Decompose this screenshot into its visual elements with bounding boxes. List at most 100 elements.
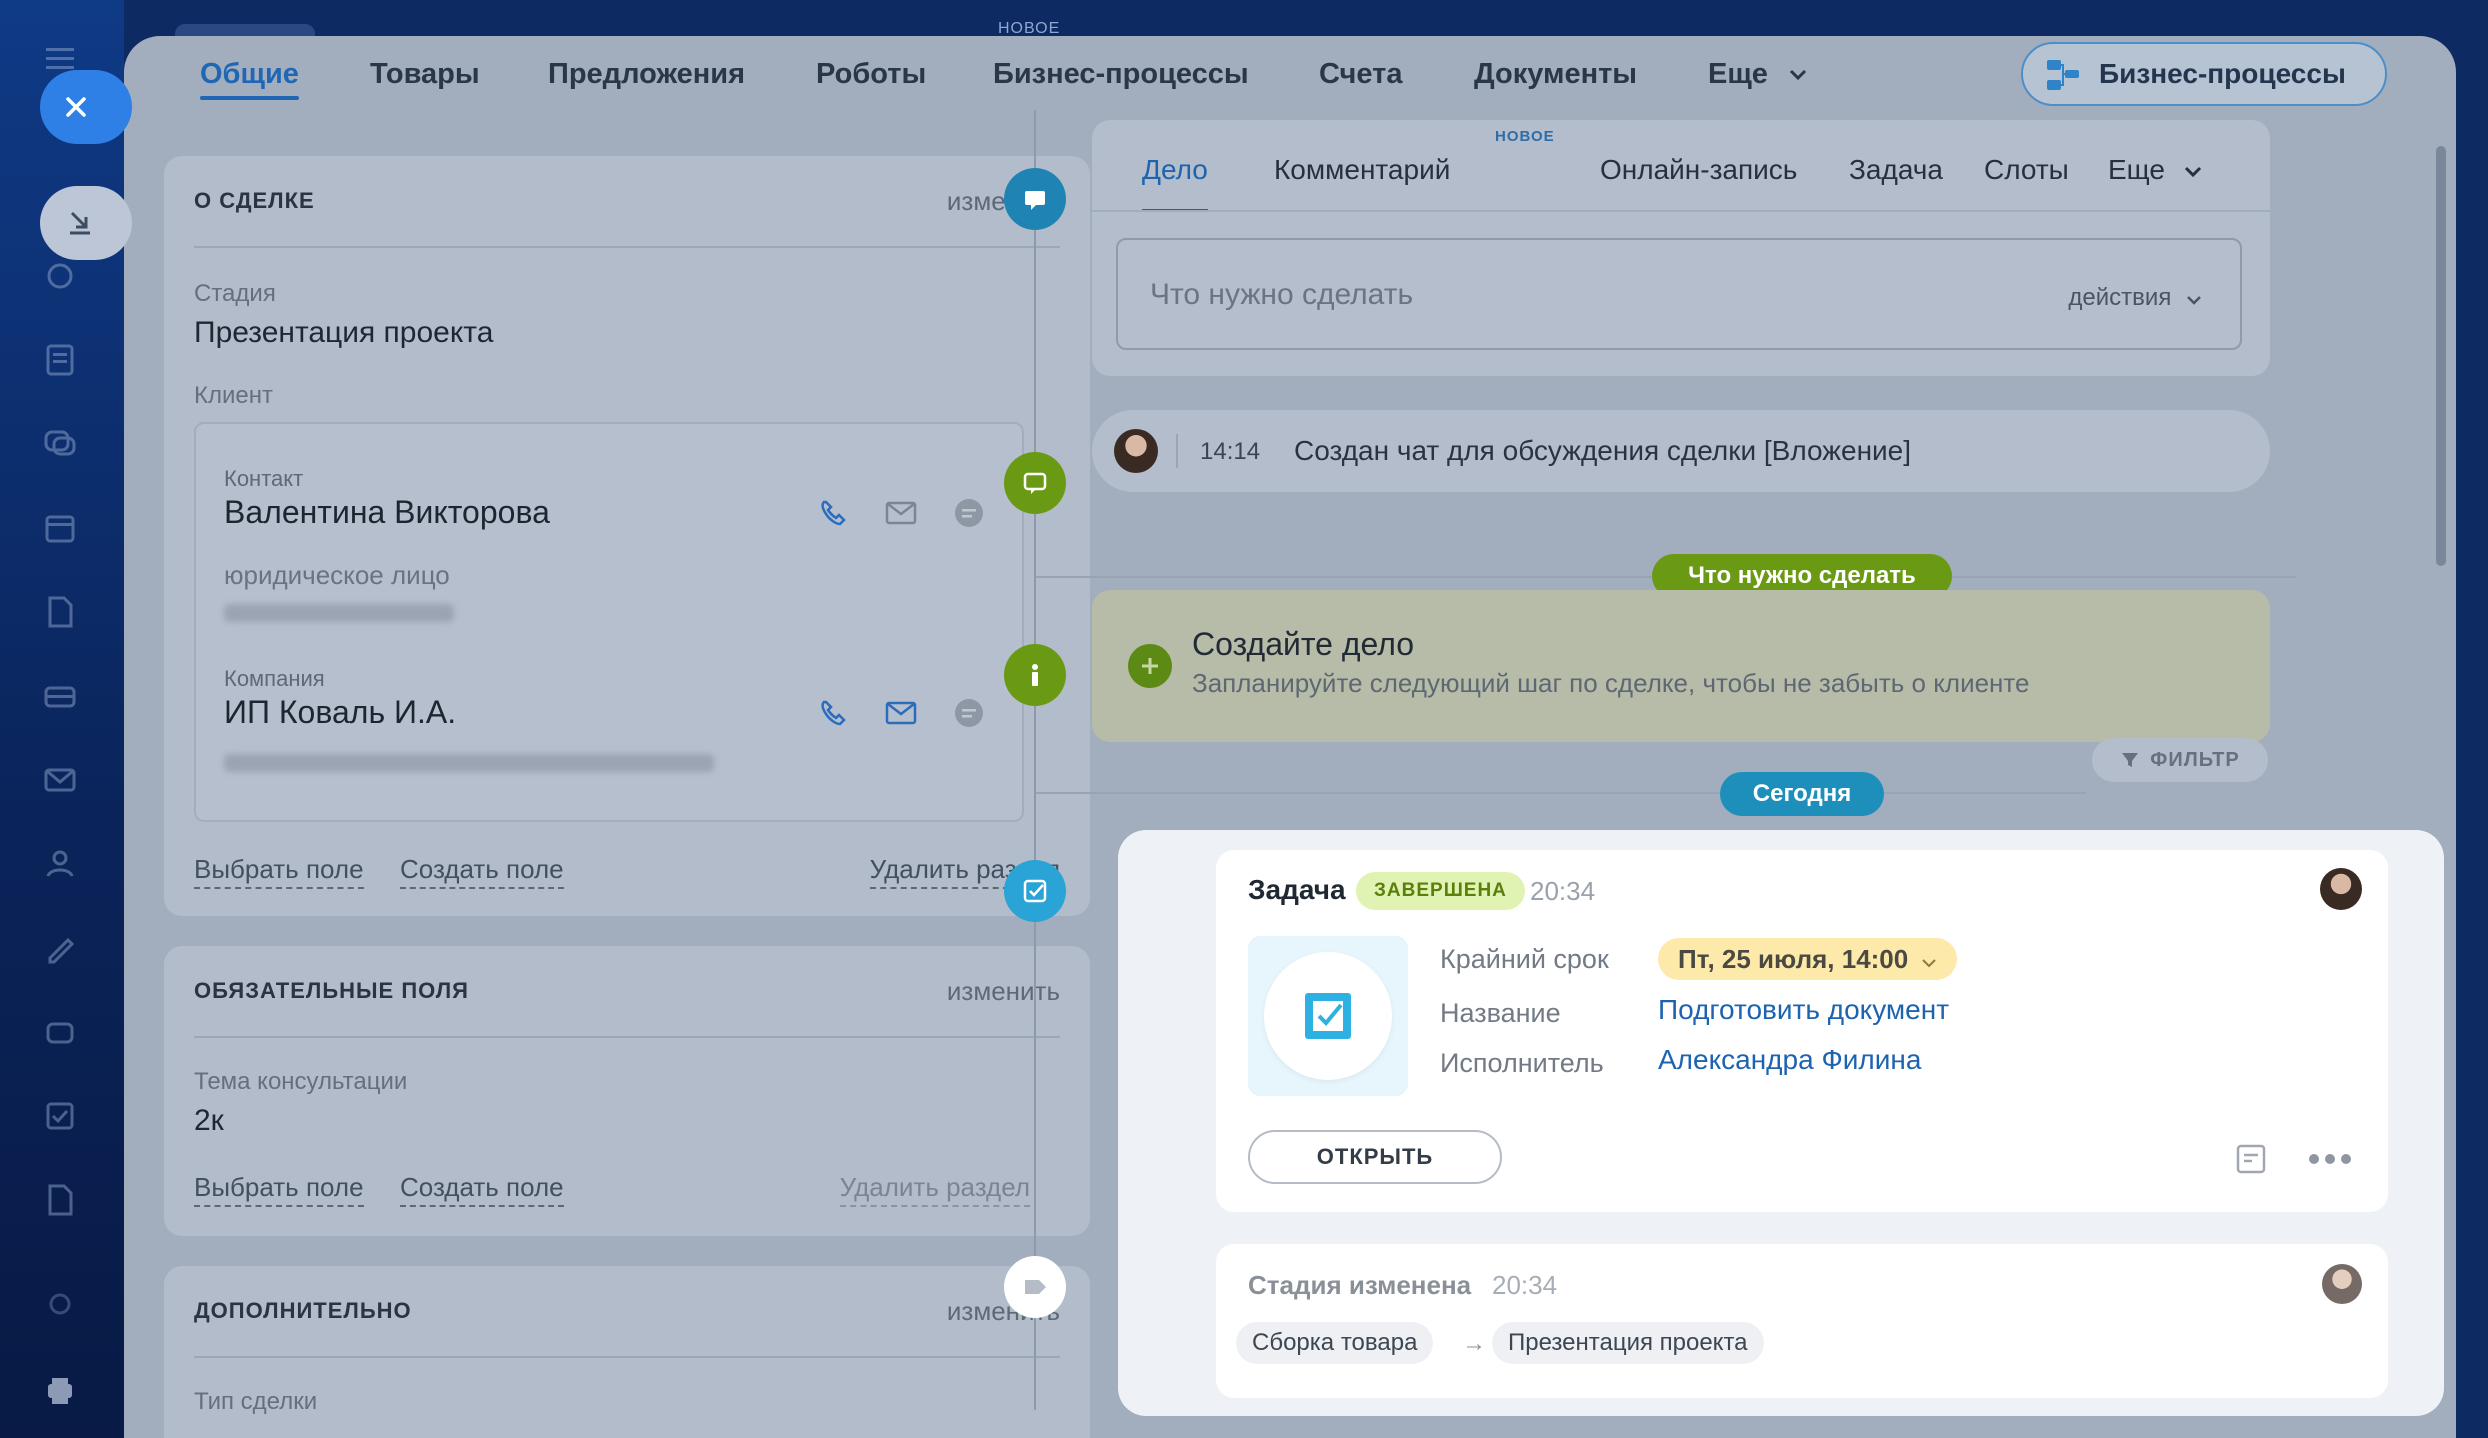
task-check-icon	[1023, 879, 1047, 903]
contact-phone-blurred	[224, 604, 454, 622]
timeline-dot-stage	[1004, 1256, 1066, 1318]
stage-tag-icon	[1025, 1280, 1046, 1294]
editor-tab-more-label: Еще	[2108, 154, 2165, 185]
contact-name[interactable]: Валентина Викторова	[224, 494, 550, 531]
delete-section-link[interactable]: Удалить раздел	[839, 1172, 1030, 1207]
editor-tab-booking[interactable]: Онлайн-запись	[1600, 154, 1797, 186]
mail-icon[interactable]	[40, 760, 80, 800]
tasks-icon[interactable]	[40, 1096, 80, 1136]
mail-icon[interactable]	[882, 494, 920, 532]
contact-actions	[814, 494, 988, 532]
add-icon	[1128, 644, 1172, 688]
status-badge: ЗАВЕРШЕНА	[1356, 872, 1525, 910]
mail-icon[interactable]	[882, 694, 920, 732]
contacts-icon[interactable]	[40, 844, 80, 884]
stage-from-chip: Сборка товара	[1236, 1322, 1434, 1364]
tab-general[interactable]: Общие	[200, 56, 299, 112]
editor-tab-todo[interactable]: Дело	[1142, 154, 1208, 212]
today-pill: Сегодня	[1720, 772, 1884, 816]
settings-icon[interactable]	[40, 1284, 80, 1324]
task-actions	[2232, 1140, 2352, 1178]
timeline-dot-task	[1004, 860, 1066, 922]
calendar-icon[interactable]	[40, 508, 80, 548]
close-slider-button[interactable]	[40, 70, 132, 144]
required-fields-card: ОБЯЗАТЕЛЬНЫЕ ПОЛЯ изменить Тема консульт…	[164, 946, 1090, 1236]
new-label: НОВОЕ	[1495, 128, 1555, 145]
create-field-link[interactable]: Создать поле	[400, 854, 564, 889]
pen-icon[interactable]	[40, 928, 80, 968]
tab-robots[interactable]: Роботы	[816, 56, 926, 112]
card-title: ДОПОЛНИТЕЛЬНО	[194, 1298, 412, 1323]
avatar[interactable]	[2320, 868, 2362, 910]
note-icon[interactable]	[2232, 1140, 2270, 1178]
todo-input[interactable]: Что нужно сделать действия	[1116, 238, 2242, 350]
tab-documents[interactable]: Документы	[1474, 56, 1637, 112]
name-label: Название	[1440, 998, 1561, 1028]
chat-icon[interactable]	[40, 424, 80, 464]
feed-icon[interactable]	[40, 340, 80, 380]
tab-more[interactable]: Еще	[1708, 56, 1808, 112]
task-title: Задача	[1248, 874, 1346, 905]
printer-icon[interactable]	[40, 1370, 80, 1410]
divider	[194, 1036, 1060, 1038]
pick-field-link[interactable]: Выбрать поле	[194, 1172, 364, 1207]
crm-icon[interactable]	[40, 676, 80, 716]
sync-icon[interactable]	[40, 256, 80, 296]
document-icon[interactable]	[40, 592, 80, 632]
topic-label: Тема консультации	[194, 1068, 408, 1095]
pick-field-link[interactable]: Выбрать поле	[194, 854, 364, 889]
robot-icon[interactable]	[40, 1012, 80, 1052]
actions-dropdown[interactable]: действия	[2068, 284, 2202, 312]
divider	[194, 1356, 1060, 1358]
comment-icon	[1025, 191, 1045, 210]
tab-offers[interactable]: Предложения	[548, 56, 745, 112]
editor-tab-more[interactable]: Еще	[2108, 154, 2203, 186]
chat-bubble-icon[interactable]	[950, 694, 988, 732]
chat-created-event[interactable]: 14:14 Создан чат для обсуждения сделки […	[1092, 410, 2270, 492]
divider	[1176, 434, 1178, 468]
tab-more-label: Еще	[1708, 58, 1768, 90]
activity-editor: Дело Комментарий НОВОЕ Онлайн-запись Зад…	[1092, 120, 2270, 376]
create-todo-hint[interactable]: Создайте дело Запланируйте следующий шаг…	[1092, 590, 2270, 742]
task-name-link[interactable]: Подготовить документ	[1658, 994, 1949, 1026]
deal-type-label: Тип сделки	[194, 1388, 318, 1415]
editor-tab-slots[interactable]: Слоты	[1984, 154, 2069, 186]
timeline-line	[1034, 110, 1036, 1410]
avatar[interactable]	[2322, 1264, 2362, 1304]
task-card: Задача ЗАВЕРШЕНА 20:34 Крайний срок Пт, …	[1216, 850, 2388, 1212]
assignee-link[interactable]: Александра Филина	[1658, 1044, 1921, 1076]
more-icon[interactable]	[2308, 1153, 2352, 1165]
edit-link[interactable]: изменить	[947, 976, 1060, 1007]
phone-icon[interactable]	[814, 494, 852, 532]
task-checkbox-icon	[1305, 993, 1351, 1039]
company-label: Компания	[224, 666, 325, 691]
chat-bubble-icon[interactable]	[950, 494, 988, 532]
avatar	[1114, 429, 1158, 473]
business-processes-button[interactable]: Бизнес-процессы	[2021, 42, 2387, 106]
deadline-chip[interactable]: Пт, 25 июля, 14:00	[1658, 938, 1958, 980]
tab-products[interactable]: Товары	[370, 56, 480, 112]
create-field-link[interactable]: Создать поле	[400, 1172, 564, 1207]
stage-changed-card: Стадия изменена 20:34 Сборка товара → Пр…	[1216, 1244, 2388, 1398]
minimize-slider-button[interactable]	[40, 186, 132, 260]
filter-icon	[2122, 753, 2139, 767]
assignee-label: Исполнитель	[1440, 1048, 1604, 1078]
tab-business-processes[interactable]: Бизнес-процессы	[993, 56, 1249, 112]
filter-button[interactable]: ФИЛЬТР	[2092, 738, 2268, 782]
divider	[1092, 210, 2270, 212]
about-deal-card: О СДЕЛКЕ изменить Стадия Презентация про…	[164, 156, 1090, 916]
contact-label: Контакт	[224, 466, 304, 491]
phone-icon[interactable]	[814, 694, 852, 732]
chevron-down-icon	[2187, 296, 2201, 305]
scrollbar[interactable]	[2436, 146, 2446, 566]
open-task-button[interactable]: ОТКРЫТЬ	[1248, 1130, 1502, 1184]
company-name[interactable]: ИП Коваль И.А.	[224, 694, 456, 731]
editor-tab-comment[interactable]: Комментарий	[1274, 154, 1450, 186]
sign-icon[interactable]	[40, 1180, 80, 1220]
additional-card: ДОПОЛНИТЕЛЬНО изменить Тип сделки	[164, 1266, 1090, 1438]
arrow-icon: →	[1462, 1330, 1486, 1357]
tab-invoices[interactable]: Счета	[1319, 56, 1402, 112]
card-title: О СДЕЛКЕ	[194, 188, 315, 213]
editor-tab-task[interactable]: Задача	[1849, 154, 1943, 186]
deadline-value: Пт, 25 июля, 14:00	[1678, 944, 1909, 974]
